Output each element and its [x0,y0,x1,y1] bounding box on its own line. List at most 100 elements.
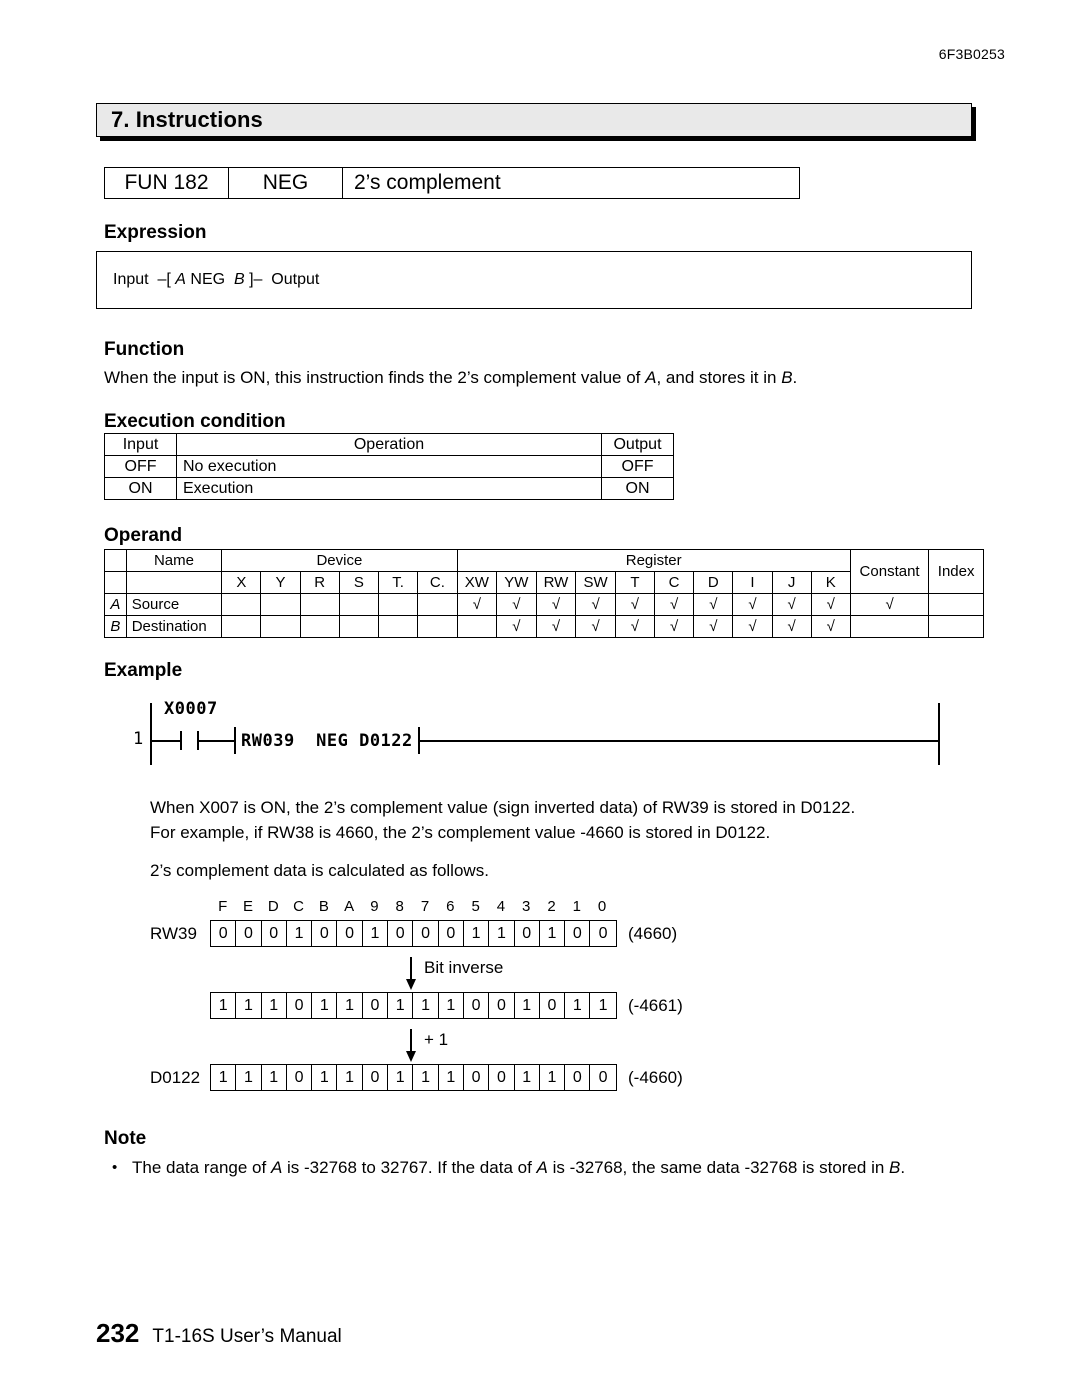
operand-col-d: D [693,571,734,594]
bit-cell: 1 [540,921,566,946]
bit-cell: 1 [598,997,608,1014]
operand-col-c-dot: C. [417,571,458,594]
bit-cell: 1 [413,1065,439,1090]
exec-input-on: ON [104,477,177,500]
bit-cell: 0 [363,993,389,1018]
bit-cell: 1 [489,921,515,946]
table-row: OFF No execution OFF [104,455,674,478]
operand-a-constant: √ [849,593,930,616]
arrow-stem [410,957,412,981]
exec-output-on: ON [601,477,674,500]
note-text-3: is -32768, the same data -32768 is store… [547,1158,890,1177]
operand-col-sw: SW [575,571,616,594]
bit-cell: 0 [363,1065,389,1090]
bit-label: F [218,898,228,915]
operand-header-name: Name [125,549,223,572]
bit-cell: 0 [287,993,313,1018]
operand-b-device-r [299,615,340,638]
ladder-contact-label: X0007 [164,699,218,719]
note-text-2: is -32768 to 32767. If the data of [282,1158,537,1177]
bit-row-name: D0122 [150,1068,201,1087]
bit-cell: 0 [287,1065,313,1090]
bit-cell-group: 1 1 1 0 1 1 0 1 1 1 0 0 1 0 1 1 [210,992,617,1019]
ladder-wire-segment [418,740,938,742]
operand-b-register-yw: √ [496,615,537,638]
expression-operand-a: A [175,271,186,288]
bit-cell: 0 [337,921,363,946]
bit-label: D [267,898,279,915]
bit-cell: 1 [388,993,414,1018]
bit-row-source: RW39 0 0 0 1 0 0 1 0 0 0 1 1 0 1 0 0 (46… [150,920,850,952]
bit-cell: 1 [262,1065,287,1090]
bit-cell: 1 [312,1065,338,1090]
operand-b-register-rw: √ [535,615,577,638]
bit-cell: 1 [540,1065,566,1090]
bit-cell: 1 [565,993,591,1018]
bit-label: 7 [420,898,430,915]
operand-col-t: T [614,571,656,594]
operand-a-register-xw: √ [456,593,498,616]
note-operand-b: B [889,1158,901,1177]
expression-operand-b: B [233,271,245,288]
operand-corner-cell [104,549,127,572]
example-paragraph-2: 2’s complement data is calculated as fol… [150,861,489,880]
bit-diagram: F E D C B A 9 8 7 6 5 4 3 2 1 0 RW39 0 0… [150,898,850,1096]
bit-label: B [318,898,329,915]
bit-cell: 1 [337,1065,363,1090]
bit-cell: 0 [489,993,515,1018]
expression-suffix: ]– Output [244,271,320,288]
bit-cell: 1 [439,1065,464,1090]
operand-a-device-r [299,593,340,616]
bit-cell: 1 [515,1065,540,1090]
operand-header-device: Device [221,549,458,572]
manual-title: T1-16S User’s Manual [152,1326,342,1347]
chapter-banner: 7. Instructions [96,103,972,137]
operand-a-register-j: √ [771,593,812,616]
bit-cell: 1 [413,993,439,1018]
chapter-title: 7. Instructions [111,107,263,132]
ladder-diagram: 1 X0007 RW039 NEG D0122 [133,697,940,769]
exec-header-input: Input [104,433,177,456]
bit-row-value: (4660) [628,924,678,943]
bit-cell: 1 [464,921,490,946]
page-footer: 232 T1-16S User’s Manual [96,1318,342,1349]
function-operand-b: B [781,368,793,387]
exec-output-off: OFF [601,455,674,478]
operand-a-device-x [221,593,262,616]
operand-symbol-a: A [104,593,127,616]
operand-a-register-yw: √ [496,593,537,616]
bit-cell: 1 [515,993,540,1018]
fun-mnemonic: NEG [229,168,343,198]
instruction-title-bar: FUN 182 NEG 2’s complement [104,167,800,199]
bullet-icon: • [112,1159,118,1176]
bit-cell: 1 [388,1065,414,1090]
exec-operation-off: No execution [176,455,602,478]
exec-header-output: Output [601,433,674,456]
bit-cell: 1 [236,993,262,1018]
operand-b-device-x [221,615,262,638]
bit-inverse-arrow-row: Bit inverse [150,952,850,992]
bit-label: 3 [522,898,531,915]
bit-label: C [293,898,304,915]
contact-bar-left [180,731,182,750]
bit-cell: 1 [211,993,237,1018]
example-paragraph-1: When X007 is ON, the 2’s complement valu… [150,795,980,845]
bit-cell: 0 [598,925,608,942]
bit-cell: 0 [413,921,439,946]
arrow-label: + 1 [424,1030,449,1049]
bit-cell: 0 [236,921,262,946]
bit-cell: 1 [337,993,363,1018]
table-header-row: Input Operation Output [104,433,674,456]
bit-row-value: (-4660) [628,1068,683,1087]
operand-b-register-c: √ [653,615,695,638]
bit-label: 4 [496,898,506,915]
table-group-header-row: Name Device Register Constant Index [104,549,984,594]
operand-b-register-d: √ [693,615,734,638]
bit-label: 2 [547,898,556,915]
bit-cell: 1 [262,993,287,1018]
expression-text: Input –[ A NEG B ]– Output [113,271,319,289]
operand-b-register-j: √ [771,615,812,638]
function-text-3: . [792,368,798,387]
operand-b-index [928,615,984,638]
note-text-4: . [900,1158,906,1177]
